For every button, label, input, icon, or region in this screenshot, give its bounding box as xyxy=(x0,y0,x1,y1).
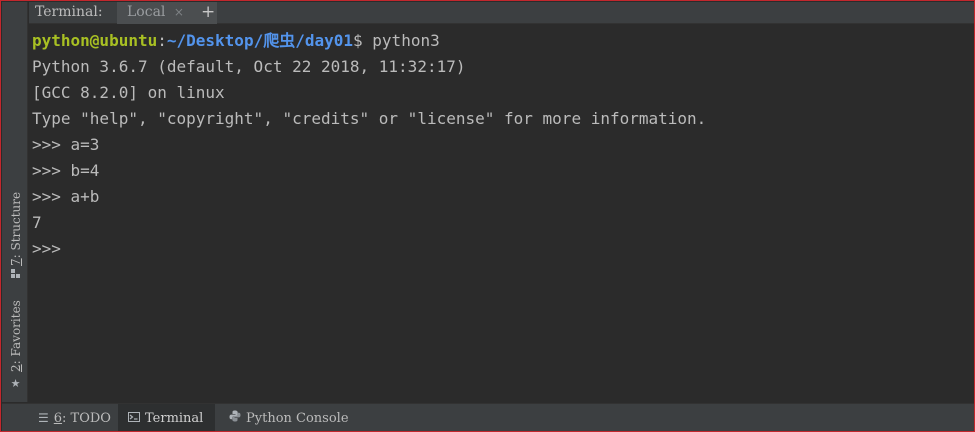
sidebar-item-structure[interactable]: 7: Structure xyxy=(2,174,28,280)
todo-label: : TODO xyxy=(62,411,111,426)
todo-mnemonic: 6 xyxy=(53,411,63,426)
output-line: Python 3.6.7 (default, Oct 22 2018, 11:3… xyxy=(32,57,466,76)
structure-icon xyxy=(10,268,21,279)
prompt-user-host: python@ubuntu xyxy=(32,31,158,50)
terminal-title: Terminal: xyxy=(35,4,103,20)
prompt-colon: : xyxy=(157,31,167,50)
favorites-mnemonic: 2 xyxy=(9,364,23,372)
structure-label: : Structure xyxy=(9,191,23,259)
output-line: >>> a+b xyxy=(32,187,100,206)
new-tab-icon[interactable]: + xyxy=(201,2,215,22)
terminal-tab-bar: Terminal: Local × + xyxy=(29,2,974,24)
prompt-dollar: $ xyxy=(353,31,363,50)
bottom-tool-bar: ☰ 6: TODO Terminal Python Console xyxy=(2,403,974,431)
python-icon xyxy=(229,404,241,431)
terminal-tab-label: Terminal xyxy=(145,411,204,426)
output-line: >>> b=4 xyxy=(32,161,100,180)
terminal-icon xyxy=(128,404,140,431)
tab-todo[interactable]: ☰ 6: TODO xyxy=(28,404,121,431)
left-tool-strip: 7: Structure 2: Favorites ★ xyxy=(2,2,28,402)
prompt-path: ~/Desktop/爬虫/day01 xyxy=(166,31,354,50)
prompt-command: python3 xyxy=(362,31,440,50)
prompt-line: python@ubuntu:~/Desktop/爬虫/day01$ python… xyxy=(32,28,974,54)
sidebar-item-favorites[interactable]: 2: Favorites ★ xyxy=(2,292,28,398)
output-line: 7 xyxy=(32,213,42,232)
output-line: [GCC 8.2.0] on linux xyxy=(32,83,225,102)
terminal-output[interactable]: python@ubuntu:~/Desktop/爬虫/day01$ python… xyxy=(29,25,974,401)
python-console-label: Python Console xyxy=(246,411,349,426)
favorites-label: : Favorites xyxy=(9,300,23,365)
star-icon: ★ xyxy=(10,377,21,390)
structure-mnemonic: 7 xyxy=(9,258,23,266)
tab-python-console[interactable]: Python Console xyxy=(219,404,359,431)
output-line: >>> a=3 xyxy=(32,135,100,154)
ide-window: Terminal: Local × + 7: Structure 2: Favo… xyxy=(0,0,975,432)
tab-local-label: Local xyxy=(127,4,166,20)
output-line: >>> xyxy=(32,239,71,258)
close-icon[interactable]: × xyxy=(174,5,184,19)
tab-terminal[interactable]: Terminal xyxy=(118,404,215,431)
list-icon: ☰ xyxy=(38,411,49,425)
output-line: Type "help", "copyright", "credits" or "… xyxy=(32,109,707,128)
